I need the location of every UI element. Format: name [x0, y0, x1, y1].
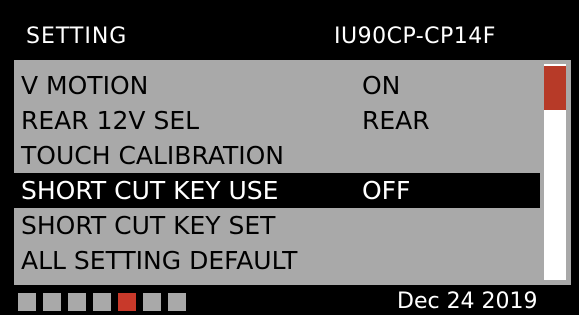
- page-title: SETTING: [26, 24, 128, 49]
- scrollbar[interactable]: [544, 64, 566, 280]
- menu-item-label: REAR 12V SEL: [21, 106, 200, 135]
- menu-item-label: V MOTION: [21, 71, 149, 100]
- menu-item-label: SHORT CUT KEY USE: [21, 176, 279, 205]
- menu-item-value: REAR: [362, 106, 430, 135]
- page-dot: [143, 293, 161, 311]
- menu-item-label: TOUCH CALIBRATION: [21, 141, 285, 170]
- menu-item-touch-calibration[interactable]: TOUCH CALIBRATION: [14, 138, 540, 173]
- page-dot: [68, 293, 86, 311]
- menu-item-value: OFF: [362, 176, 411, 205]
- header-bar: SETTING IU90CP-CP14F: [0, 0, 579, 60]
- page-dot: [18, 293, 36, 311]
- menu-item-rear-12v-sel[interactable]: REAR 12V SEL REAR: [14, 103, 540, 138]
- menu-item-all-setting-default[interactable]: ALL SETTING DEFAULT: [14, 243, 540, 278]
- menu-item-short-cut-key-use[interactable]: SHORT CUT KEY USE OFF: [14, 173, 540, 208]
- menu-item-label: SHORT CUT KEY SET: [21, 211, 276, 240]
- page-dot: [43, 293, 61, 311]
- scrollbar-thumb[interactable]: [544, 66, 566, 110]
- menu-item-label: ALL SETTING DEFAULT: [21, 246, 298, 275]
- page-dot-active: [118, 293, 136, 311]
- model-name: IU90CP-CP14F: [334, 24, 496, 49]
- settings-panel: V MOTION ON REAR 12V SEL REAR TOUCH CALI…: [14, 60, 571, 285]
- menu-item-short-cut-key-set[interactable]: SHORT CUT KEY SET: [14, 208, 540, 243]
- page-dot: [93, 293, 111, 311]
- menu-item-value: ON: [362, 71, 401, 100]
- page-dot: [168, 293, 186, 311]
- date-display: Dec 24 2019: [397, 289, 538, 314]
- menu-item-v-motion[interactable]: V MOTION ON: [14, 68, 540, 103]
